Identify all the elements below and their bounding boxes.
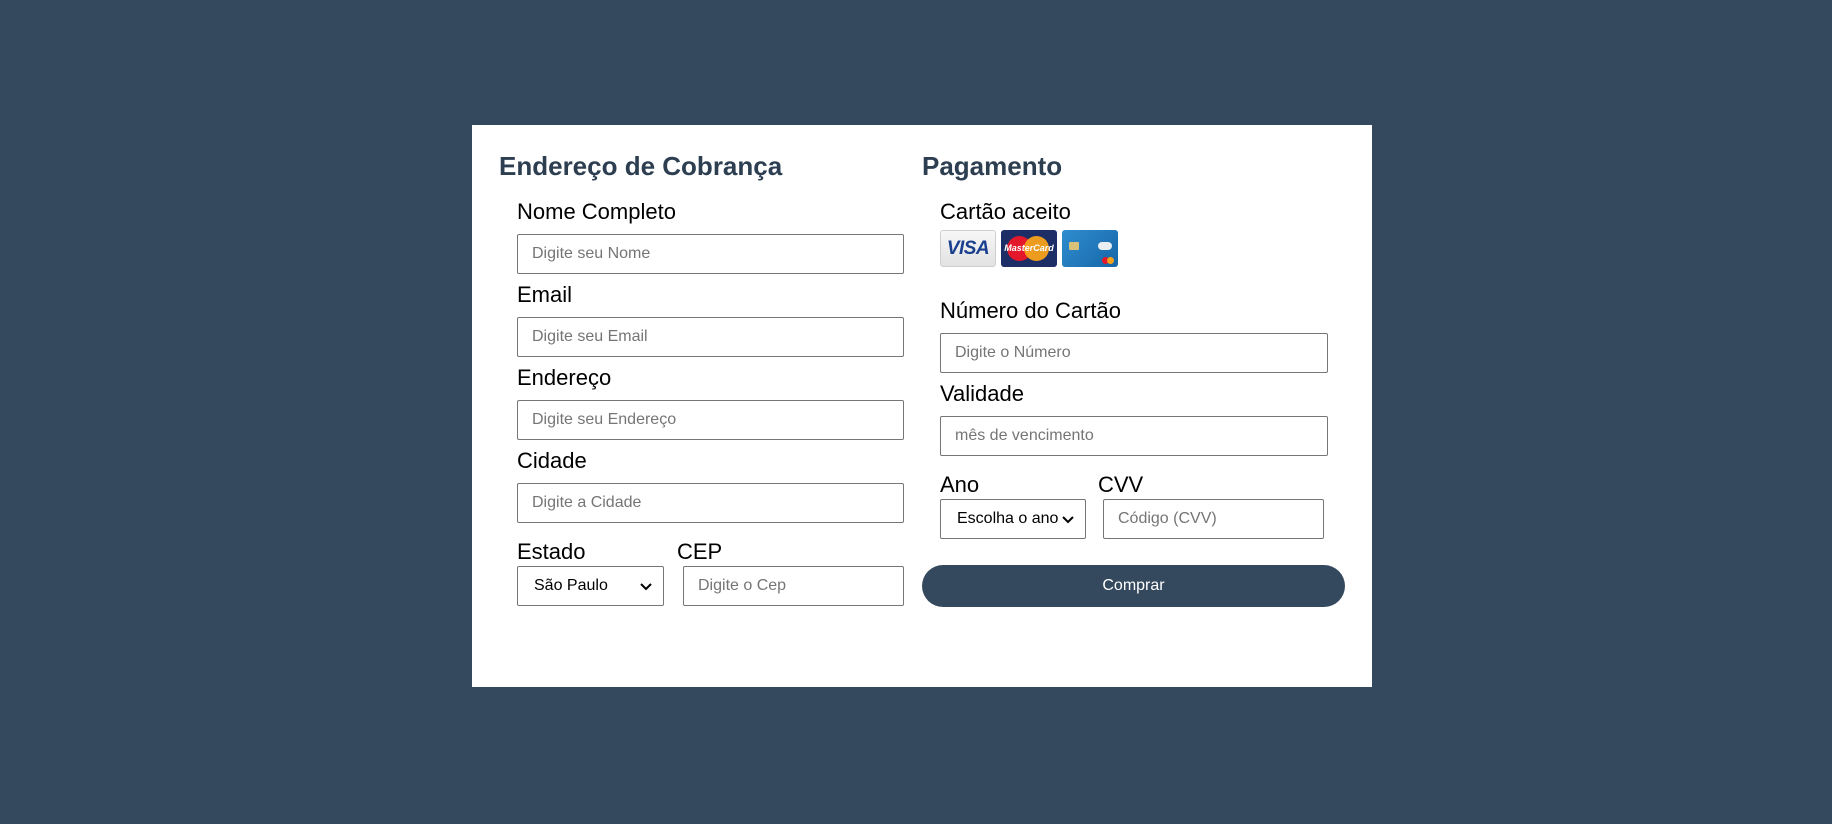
card-number-label: Número do Cartão (940, 298, 1121, 323)
accepted-cards: VISA MasterCard (940, 230, 1118, 268)
name-label: Nome Completo (517, 199, 676, 224)
payment-title: Pagamento (922, 151, 1063, 181)
cvv-label: CVV (1098, 472, 1144, 497)
cvv-input[interactable] (1103, 499, 1324, 539)
checkout-card: Endereço de Cobrança Nome Completo Email… (472, 125, 1372, 687)
visa-card-text: VISA (946, 237, 990, 259)
expiry-input[interactable] (940, 416, 1328, 456)
year-label: Ano (940, 472, 980, 497)
billing-title: Endereço de Cobrança (499, 151, 783, 181)
name-input[interactable] (517, 234, 904, 274)
chevron-down-icon (640, 583, 652, 591)
email-label: Email (517, 282, 573, 307)
accepted-cards-label: Cartão aceito (940, 199, 1071, 224)
state-label: Estado (517, 539, 586, 564)
mastercard-card-text: MasterCard (1004, 243, 1054, 253)
buy-button[interactable]: Comprar (922, 565, 1345, 607)
expiry-label: Validade (940, 381, 1024, 406)
card-number-input[interactable] (940, 333, 1328, 373)
city-label: Cidade (517, 448, 587, 473)
mastercard-card-icon: MasterCard (1001, 230, 1057, 267)
state-select-value: São Paulo (534, 577, 608, 594)
address-label: Endereço (517, 365, 612, 390)
state-select[interactable]: São Paulo (517, 566, 664, 606)
year-select[interactable]: Escolha o ano (940, 499, 1086, 539)
cep-input[interactable] (683, 566, 904, 606)
email-input[interactable] (517, 317, 904, 357)
visa-card-icon: VISA (940, 230, 996, 267)
address-input[interactable] (517, 400, 904, 440)
chevron-down-icon (1062, 516, 1074, 524)
city-input[interactable] (517, 483, 904, 523)
cep-label: CEP (677, 539, 723, 564)
maestro-card-icon (1062, 230, 1118, 267)
year-select-value: Escolha o ano (957, 510, 1059, 527)
